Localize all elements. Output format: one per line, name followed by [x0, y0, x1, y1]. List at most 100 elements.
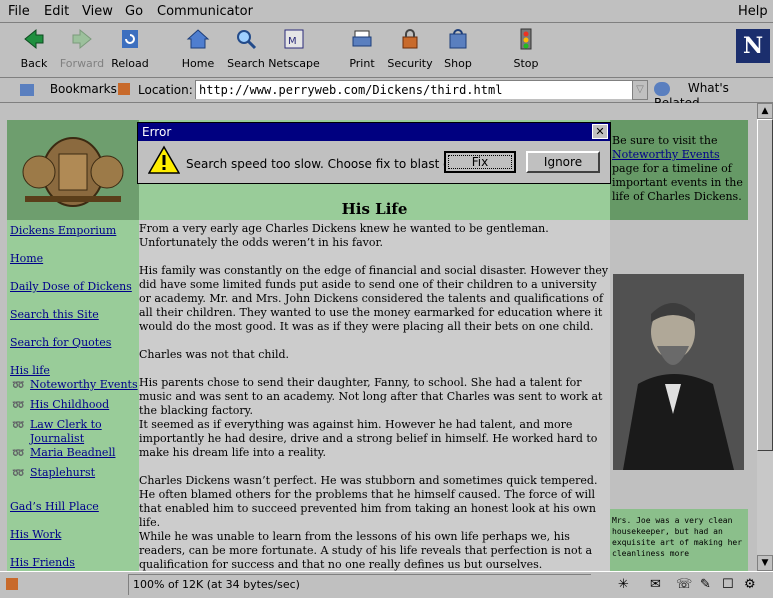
nav-maria-beadnell[interactable]: Maria Beadnell — [30, 446, 115, 459]
quote-text: Mrs. Joe was a very clean housekeeper, b… — [612, 516, 743, 558]
bookmarks-button[interactable]: Bookmarks — [20, 82, 117, 96]
bookmark-icon — [20, 83, 34, 96]
nav-staplehurst[interactable]: Staplehurst — [30, 466, 95, 479]
chevron-down-icon: ▽ — [636, 84, 644, 95]
right-info-pre: Be sure to visit the — [612, 134, 718, 147]
status-bar: 100% of 12K (at 34 bytes/sec) ✳ ✉ ☏ ✎ ☐ … — [0, 571, 773, 598]
bullet-icon: ➿ — [12, 448, 25, 459]
paragraph: It seemed as if everything was against h… — [139, 418, 598, 459]
address-book-icon[interactable]: ☐ — [722, 577, 734, 592]
svg-text:M: M — [288, 36, 297, 47]
status-text-panel: 100% of 12K (at 34 bytes/sec) — [128, 574, 591, 595]
nav-dickens-emporium[interactable]: Dickens Emporium — [10, 224, 116, 237]
bullet-icon: ➿ — [12, 380, 25, 391]
location-icon — [118, 83, 130, 95]
netscape-icon: M — [284, 29, 304, 49]
menu-file[interactable]: File — [8, 4, 30, 19]
search-button[interactable]: Search — [220, 27, 272, 75]
warning-icon — [148, 145, 180, 174]
scroll-down-button[interactable]: ▼ — [757, 555, 773, 571]
security-button[interactable]: Security — [384, 27, 436, 75]
netscape-label: Netscape — [268, 57, 320, 70]
paragraph: While he was unable to learn from the le… — [139, 530, 593, 571]
nav-search-quotes[interactable]: Search for Quotes — [10, 336, 111, 349]
stop-light-icon — [520, 28, 532, 50]
home-button[interactable]: Home — [172, 27, 224, 75]
fix-button[interactable]: Fix — [444, 151, 516, 173]
nav-noteworthy-events[interactable]: Noteworthy Events — [30, 378, 138, 391]
scroll-up-button[interactable]: ▲ — [757, 103, 773, 119]
menu-communicator[interactable]: Communicator — [157, 4, 253, 19]
right-info-post: page for a timeline of important events … — [612, 162, 743, 203]
nav-his-childhood[interactable]: His Childhood — [30, 398, 109, 411]
discussion-icon[interactable]: ☏ — [676, 577, 692, 592]
nav-his-friends[interactable]: His Friends — [10, 556, 75, 569]
menu-help[interactable]: Help — [738, 4, 768, 19]
composer-icon[interactable]: ✎ — [700, 577, 711, 592]
reload-button[interactable]: Reload — [104, 27, 156, 75]
search-icon — [237, 30, 257, 50]
bookmarks-label: Bookmarks — [49, 82, 117, 96]
right-info-box: Be sure to visit the Noteworthy Events p… — [610, 120, 748, 220]
url-text: http://www.perryweb.com/Dickens/third.ht… — [199, 83, 503, 97]
dialog-title: Error — [142, 125, 172, 139]
stop-button[interactable]: Stop — [500, 27, 552, 75]
menu-bar: File Edit View Go Communicator Help — [0, 0, 773, 23]
left-nav-column: Dickens Emporium Home Daily Dose of Dick… — [7, 120, 139, 571]
bullet-icon: ➿ — [12, 420, 25, 431]
reload-icon — [122, 30, 138, 48]
stop-label: Stop — [513, 57, 539, 70]
security-lock-icon[interactable] — [6, 578, 18, 590]
nav-home[interactable]: Home — [10, 252, 43, 265]
offline-icon[interactable]: ⚙ — [744, 577, 756, 592]
paragraph: His family was constantly on the edge of… — [139, 264, 609, 333]
dickens-crest-logo — [7, 120, 139, 220]
home-label: Home — [181, 57, 215, 70]
menu-go[interactable]: Go — [125, 4, 143, 19]
lock-icon — [402, 29, 418, 49]
netscape-logo: N — [736, 29, 770, 63]
nav-law-clerk[interactable]: Law Clerk to — [30, 418, 102, 431]
noteworthy-events-link[interactable]: Noteworthy Events — [612, 148, 720, 161]
paragraph: Charles Dickens wasn’t perfect. He was s… — [139, 474, 598, 529]
print-button[interactable]: Print — [336, 27, 388, 75]
shop-button[interactable]: Shop — [432, 27, 484, 75]
mail-icon[interactable]: ✉ — [650, 577, 661, 592]
forward-button[interactable]: Forward — [56, 27, 108, 75]
dialog-close-button[interactable]: ✕ — [592, 124, 608, 139]
crest-image — [7, 120, 139, 220]
dialog-title-bar: Error ✕ — [138, 123, 610, 141]
close-icon: ✕ — [595, 125, 605, 138]
nav-search-site[interactable]: Search this Site — [10, 308, 99, 321]
nav-gads-hill[interactable]: Gad’s Hill Place — [10, 500, 99, 513]
navigation-toolbar: Back Forward Reload Home Search M Netsca… — [0, 23, 773, 78]
menu-view[interactable]: View — [82, 4, 113, 19]
reload-label: Reload — [111, 57, 149, 70]
paragraph: Charles was not that child. — [139, 348, 290, 361]
print-label: Print — [349, 57, 375, 70]
bullet-icon: ➿ — [12, 400, 25, 411]
netscape-button[interactable]: M Netscape — [268, 27, 320, 75]
component-bar-icon[interactable]: ✳ — [618, 577, 629, 592]
arrow-down-icon: ▼ — [761, 558, 769, 568]
menu-edit[interactable]: Edit — [44, 4, 69, 19]
nav-his-life[interactable]: His life — [10, 364, 50, 377]
scroll-thumb[interactable] — [757, 119, 773, 451]
security-label: Security — [387, 57, 433, 70]
related-icon — [654, 81, 670, 96]
right-column: Be sure to visit the Noteworthy Events p… — [610, 120, 748, 571]
bullet-icon: ➿ — [12, 468, 25, 479]
url-field[interactable]: http://www.perryweb.com/Dickens/third.ht… — [195, 80, 632, 99]
shop-label: Shop — [444, 57, 472, 70]
ignore-button[interactable]: Ignore — [526, 151, 600, 173]
vertical-scrollbar[interactable]: ▲ ▼ — [757, 103, 773, 571]
location-bar: Bookmarks Location: http://www.perryweb.… — [0, 78, 773, 110]
portrait-image — [613, 274, 744, 470]
nav-daily-dose[interactable]: Daily Dose of Dickens — [10, 280, 132, 293]
error-dialog: Error ✕ Search speed too slow. Choose fi… — [137, 122, 611, 184]
url-history-dropdown[interactable]: ▽ — [632, 80, 648, 100]
paragraph: From a very early age Charles Dickens kn… — [139, 222, 549, 249]
nav-journalist[interactable]: Journalist — [30, 432, 84, 445]
nav-his-work[interactable]: His Work — [10, 528, 61, 541]
back-button[interactable]: Back — [8, 27, 60, 75]
